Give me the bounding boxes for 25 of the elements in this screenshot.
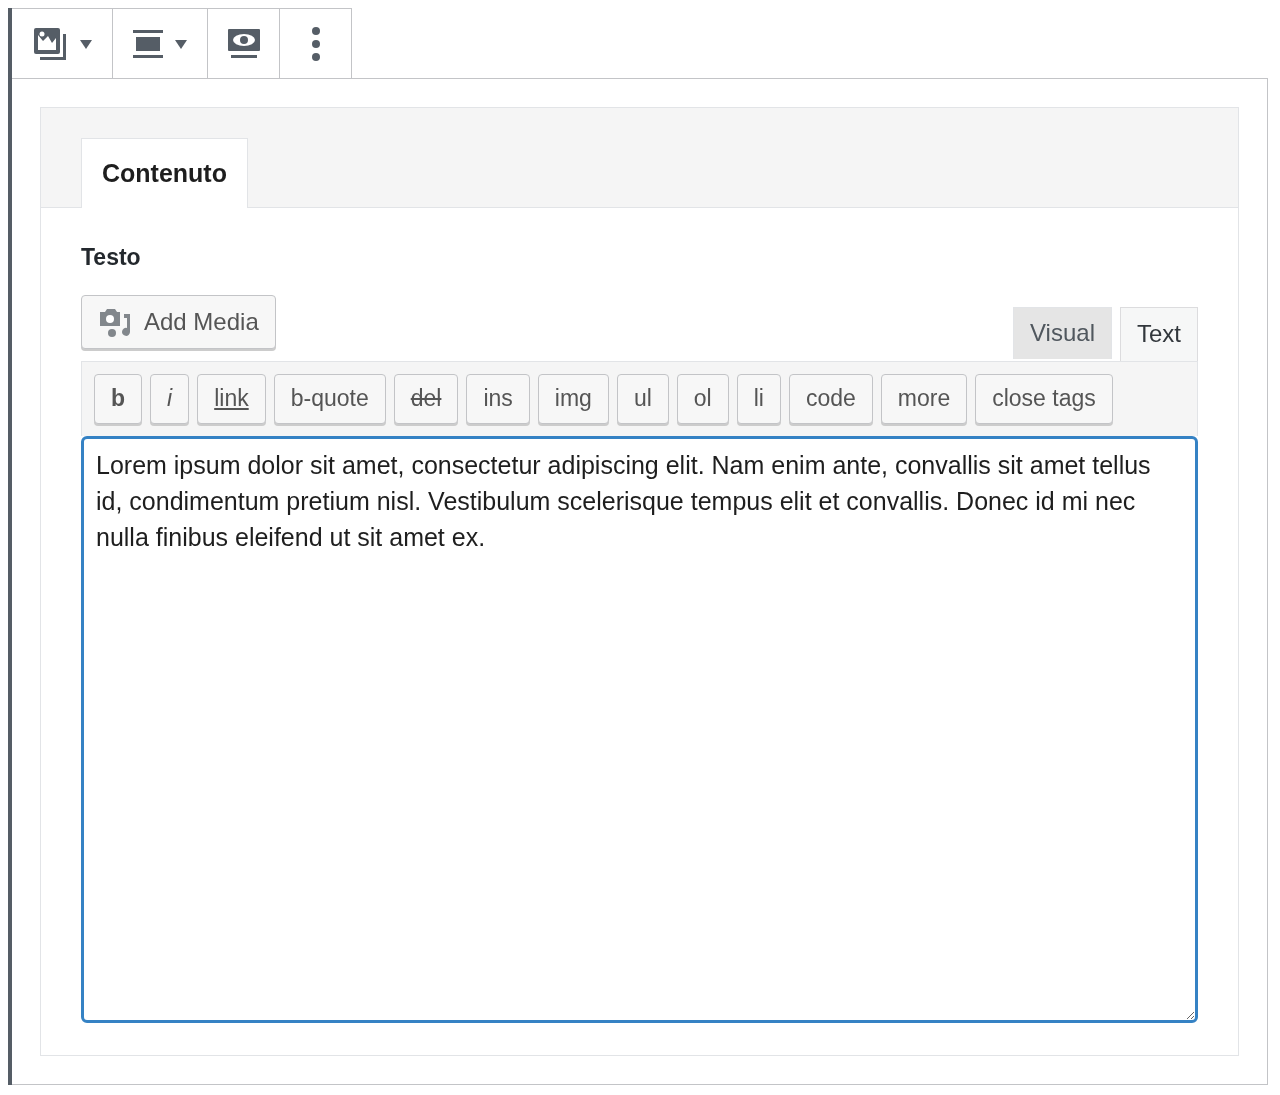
editor-tab[interactable]: Visual	[1013, 306, 1112, 359]
quicktag-button[interactable]: ol	[676, 373, 729, 424]
add-media-button[interactable]: Add Media	[81, 294, 276, 349]
quicktag-button[interactable]: ins	[466, 373, 530, 424]
caret-icon	[175, 39, 187, 49]
more-options-icon	[311, 27, 320, 61]
quicktag-button[interactable]: ul	[616, 373, 669, 424]
quicktag-button[interactable]: img	[537, 373, 609, 424]
panel-tab[interactable]: Contenuto	[81, 138, 248, 208]
caret-icon	[80, 39, 92, 49]
text-editor[interactable]: Lorem ipsum dolor sit amet, consectetur adipiscing elit. Nam enim ante, convallis sit amet tellus id, condimentum pretium nisl. Vestibulum scelerisque tempus elit et convallis. Donec id mi nec nulla finibus eleifend ut sit amet ex.	[81, 435, 1198, 1023]
preview-icon	[227, 29, 260, 59]
quicktag-button[interactable]: code	[788, 373, 873, 424]
field-label: Testo	[81, 243, 142, 272]
quicktag-button[interactable]: b-quote	[273, 373, 386, 424]
quicktag-button[interactable]: b	[94, 373, 143, 424]
quicktag-button[interactable]: close tags	[975, 373, 1113, 424]
quicktag-button[interactable]: li	[736, 373, 781, 424]
gallery-icon	[32, 26, 68, 62]
quicktag-button[interactable]: del	[393, 373, 459, 424]
quicktag-button[interactable]: link	[197, 373, 266, 424]
align-icon	[133, 30, 163, 58]
quicktag-button[interactable]: more	[880, 373, 968, 424]
editor-tab[interactable]: Text	[1120, 306, 1198, 361]
quicktag-button[interactable]: i	[150, 373, 190, 424]
